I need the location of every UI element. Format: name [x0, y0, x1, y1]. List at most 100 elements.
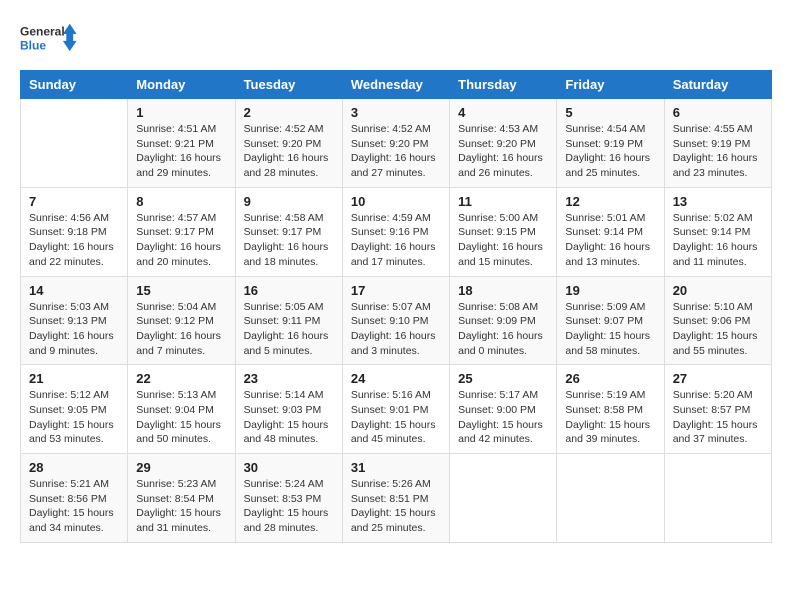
calendar-day-cell: 25Sunrise: 5:17 AMSunset: 9:00 PMDayligh… — [450, 365, 557, 454]
day-number: 8 — [136, 194, 226, 209]
calendar-day-cell: 26Sunrise: 5:19 AMSunset: 8:58 PMDayligh… — [557, 365, 664, 454]
calendar-day-cell: 6 Sunrise: 4:55 AMSunset: 9:19 PMDaylight… — [664, 99, 771, 188]
day-of-week-header: Wednesday — [342, 71, 449, 99]
calendar-day-cell: 7 Sunrise: 4:56 AMSunset: 9:18 PMDaylight… — [21, 187, 128, 276]
calendar-day-cell: 31 Sunrise: 5:26 AMSunset: 8:51 PMDayligh… — [342, 454, 449, 543]
day-number: 22 — [136, 371, 226, 386]
day-info: Sunrise: 5:23 AMSunset: 8:54 PMDaylight:… — [136, 477, 226, 536]
calendar-week-row: 21 Sunrise: 5:12 AMSunset: 9:05 PMDayligh… — [21, 365, 772, 454]
day-info: Sunrise: 4:56 AMSunset: 9:18 PMDaylight:… — [29, 211, 119, 270]
logo: General Blue — [20, 20, 80, 60]
day-number: 1 — [136, 105, 226, 120]
day-number: 6 — [673, 105, 763, 120]
day-number: 13 — [673, 194, 763, 209]
calendar-week-row: 14 Sunrise: 5:03 AMSunset: 9:13 PMDayligh… — [21, 276, 772, 365]
day-info: Sunrise: 5:26 AMSunset: 8:51 PMDaylight:… — [351, 477, 441, 536]
day-info: Sunrise: 5:20 AMSunset: 8:57 PMDaylight:… — [673, 388, 763, 447]
day-number: 5 — [565, 105, 655, 120]
day-number: 10 — [351, 194, 441, 209]
day-number: 29 — [136, 460, 226, 475]
day-info: Sunrise: 5:12 AMSunset: 9:05 PMDaylight:… — [29, 388, 119, 447]
calendar-day-cell: 24Sunrise: 5:16 AMSunset: 9:01 PMDayligh… — [342, 365, 449, 454]
day-info: Sunrise: 4:53 AMSunset: 9:20 PMDaylight:… — [458, 122, 548, 181]
day-info: Sunrise: 5:08 AMSunset: 9:09 PMDaylight:… — [458, 300, 548, 359]
day-number: 18 — [458, 283, 548, 298]
logo-svg: General Blue — [20, 20, 80, 60]
day-number: 14 — [29, 283, 119, 298]
day-of-week-header: Monday — [128, 71, 235, 99]
calendar-day-cell: 8 Sunrise: 4:57 AMSunset: 9:17 PMDaylight… — [128, 187, 235, 276]
calendar-day-cell: 16Sunrise: 5:05 AMSunset: 9:11 PMDayligh… — [235, 276, 342, 365]
svg-text:General: General — [20, 25, 65, 39]
calendar-day-cell: 17 Sunrise: 5:07 AMSunset: 9:10 PMDayligh… — [342, 276, 449, 365]
calendar-table: SundayMondayTuesdayWednesdayThursdayFrid… — [20, 70, 772, 543]
calendar-day-cell: 20 Sunrise: 5:10 AMSunset: 9:06 PMDayligh… — [664, 276, 771, 365]
calendar-day-cell: 30 Sunrise: 5:24 AMSunset: 8:53 PMDayligh… — [235, 454, 342, 543]
day-number: 15 — [136, 283, 226, 298]
calendar-week-row: 1 Sunrise: 4:51 AMSunset: 9:21 PMDaylight… — [21, 99, 772, 188]
day-info: Sunrise: 5:04 AMSunset: 9:12 PMDaylight:… — [136, 300, 226, 359]
day-info: Sunrise: 4:55 AMSunset: 9:19 PMDaylight:… — [673, 122, 763, 181]
day-info: Sunrise: 5:10 AMSunset: 9:06 PMDaylight:… — [673, 300, 763, 359]
day-info: Sunrise: 5:14 AMSunset: 9:03 PMDaylight:… — [244, 388, 334, 447]
day-number: 17 — [351, 283, 441, 298]
day-of-week-header: Friday — [557, 71, 664, 99]
calendar-day-cell: 2Sunrise: 4:52 AMSunset: 9:20 PMDaylight… — [235, 99, 342, 188]
calendar-day-cell: 11Sunrise: 5:00 AMSunset: 9:15 PMDayligh… — [450, 187, 557, 276]
calendar-day-cell: 9 Sunrise: 4:58 AMSunset: 9:17 PMDaylight… — [235, 187, 342, 276]
day-info: Sunrise: 4:54 AMSunset: 9:19 PMDaylight:… — [565, 122, 655, 181]
calendar-day-cell: 21 Sunrise: 5:12 AMSunset: 9:05 PMDayligh… — [21, 365, 128, 454]
calendar-day-cell: 10 Sunrise: 4:59 AMSunset: 9:16 PMDayligh… — [342, 187, 449, 276]
day-number: 31 — [351, 460, 441, 475]
day-number: 3 — [351, 105, 441, 120]
day-info: Sunrise: 5:17 AMSunset: 9:00 PMDaylight:… — [458, 388, 548, 447]
day-number: 30 — [244, 460, 334, 475]
day-number: 20 — [673, 283, 763, 298]
day-number: 27 — [673, 371, 763, 386]
day-number: 9 — [244, 194, 334, 209]
day-info: Sunrise: 4:59 AMSunset: 9:16 PMDaylight:… — [351, 211, 441, 270]
calendar-day-cell: 28 Sunrise: 5:21 AMSunset: 8:56 PMDayligh… — [21, 454, 128, 543]
day-info: Sunrise: 5:13 AMSunset: 9:04 PMDaylight:… — [136, 388, 226, 447]
day-info: Sunrise: 4:58 AMSunset: 9:17 PMDaylight:… — [244, 211, 334, 270]
day-number: 12 — [565, 194, 655, 209]
day-info: Sunrise: 5:21 AMSunset: 8:56 PMDaylight:… — [29, 477, 119, 536]
day-info: Sunrise: 5:01 AMSunset: 9:14 PMDaylight:… — [565, 211, 655, 270]
day-number: 21 — [29, 371, 119, 386]
day-info: Sunrise: 5:24 AMSunset: 8:53 PMDaylight:… — [244, 477, 334, 536]
calendar-day-cell: 12 Sunrise: 5:01 AMSunset: 9:14 PMDayligh… — [557, 187, 664, 276]
calendar-header-row: SundayMondayTuesdayWednesdayThursdayFrid… — [21, 71, 772, 99]
day-number: 7 — [29, 194, 119, 209]
day-info: Sunrise: 4:57 AMSunset: 9:17 PMDaylight:… — [136, 211, 226, 270]
day-info: Sunrise: 5:02 AMSunset: 9:14 PMDaylight:… — [673, 211, 763, 270]
calendar-day-cell: 14 Sunrise: 5:03 AMSunset: 9:13 PMDayligh… — [21, 276, 128, 365]
calendar-day-cell: 22 Sunrise: 5:13 AMSunset: 9:04 PMDayligh… — [128, 365, 235, 454]
day-info: Sunrise: 5:07 AMSunset: 9:10 PMDaylight:… — [351, 300, 441, 359]
calendar-day-cell: 23Sunrise: 5:14 AMSunset: 9:03 PMDayligh… — [235, 365, 342, 454]
calendar-week-row: 28 Sunrise: 5:21 AMSunset: 8:56 PMDayligh… — [21, 454, 772, 543]
day-number: 19 — [565, 283, 655, 298]
day-number: 24 — [351, 371, 441, 386]
day-of-week-header: Thursday — [450, 71, 557, 99]
calendar-day-cell — [557, 454, 664, 543]
day-number: 2 — [244, 105, 334, 120]
calendar-day-cell: 13 Sunrise: 5:02 AMSunset: 9:14 PMDayligh… — [664, 187, 771, 276]
day-of-week-header: Sunday — [21, 71, 128, 99]
day-info: Sunrise: 5:00 AMSunset: 9:15 PMDaylight:… — [458, 211, 548, 270]
calendar-day-cell — [450, 454, 557, 543]
day-of-week-header: Saturday — [664, 71, 771, 99]
day-of-week-header: Tuesday — [235, 71, 342, 99]
calendar-day-cell: 18 Sunrise: 5:08 AMSunset: 9:09 PMDayligh… — [450, 276, 557, 365]
calendar-day-cell: 5 Sunrise: 4:54 AMSunset: 9:19 PMDaylight… — [557, 99, 664, 188]
day-info: Sunrise: 5:05 AMSunset: 9:11 PMDaylight:… — [244, 300, 334, 359]
svg-text:Blue: Blue — [20, 38, 46, 52]
day-info: Sunrise: 5:03 AMSunset: 9:13 PMDaylight:… — [29, 300, 119, 359]
day-info: Sunrise: 5:19 AMSunset: 8:58 PMDaylight:… — [565, 388, 655, 447]
calendar-day-cell: 4 Sunrise: 4:53 AMSunset: 9:20 PMDaylight… — [450, 99, 557, 188]
day-number: 28 — [29, 460, 119, 475]
calendar-day-cell: 3Sunrise: 4:52 AMSunset: 9:20 PMDaylight… — [342, 99, 449, 188]
page-header: General Blue — [20, 20, 772, 60]
calendar-day-cell: 15 Sunrise: 5:04 AMSunset: 9:12 PMDayligh… — [128, 276, 235, 365]
day-number: 4 — [458, 105, 548, 120]
day-info: Sunrise: 4:51 AMSunset: 9:21 PMDaylight:… — [136, 122, 226, 181]
